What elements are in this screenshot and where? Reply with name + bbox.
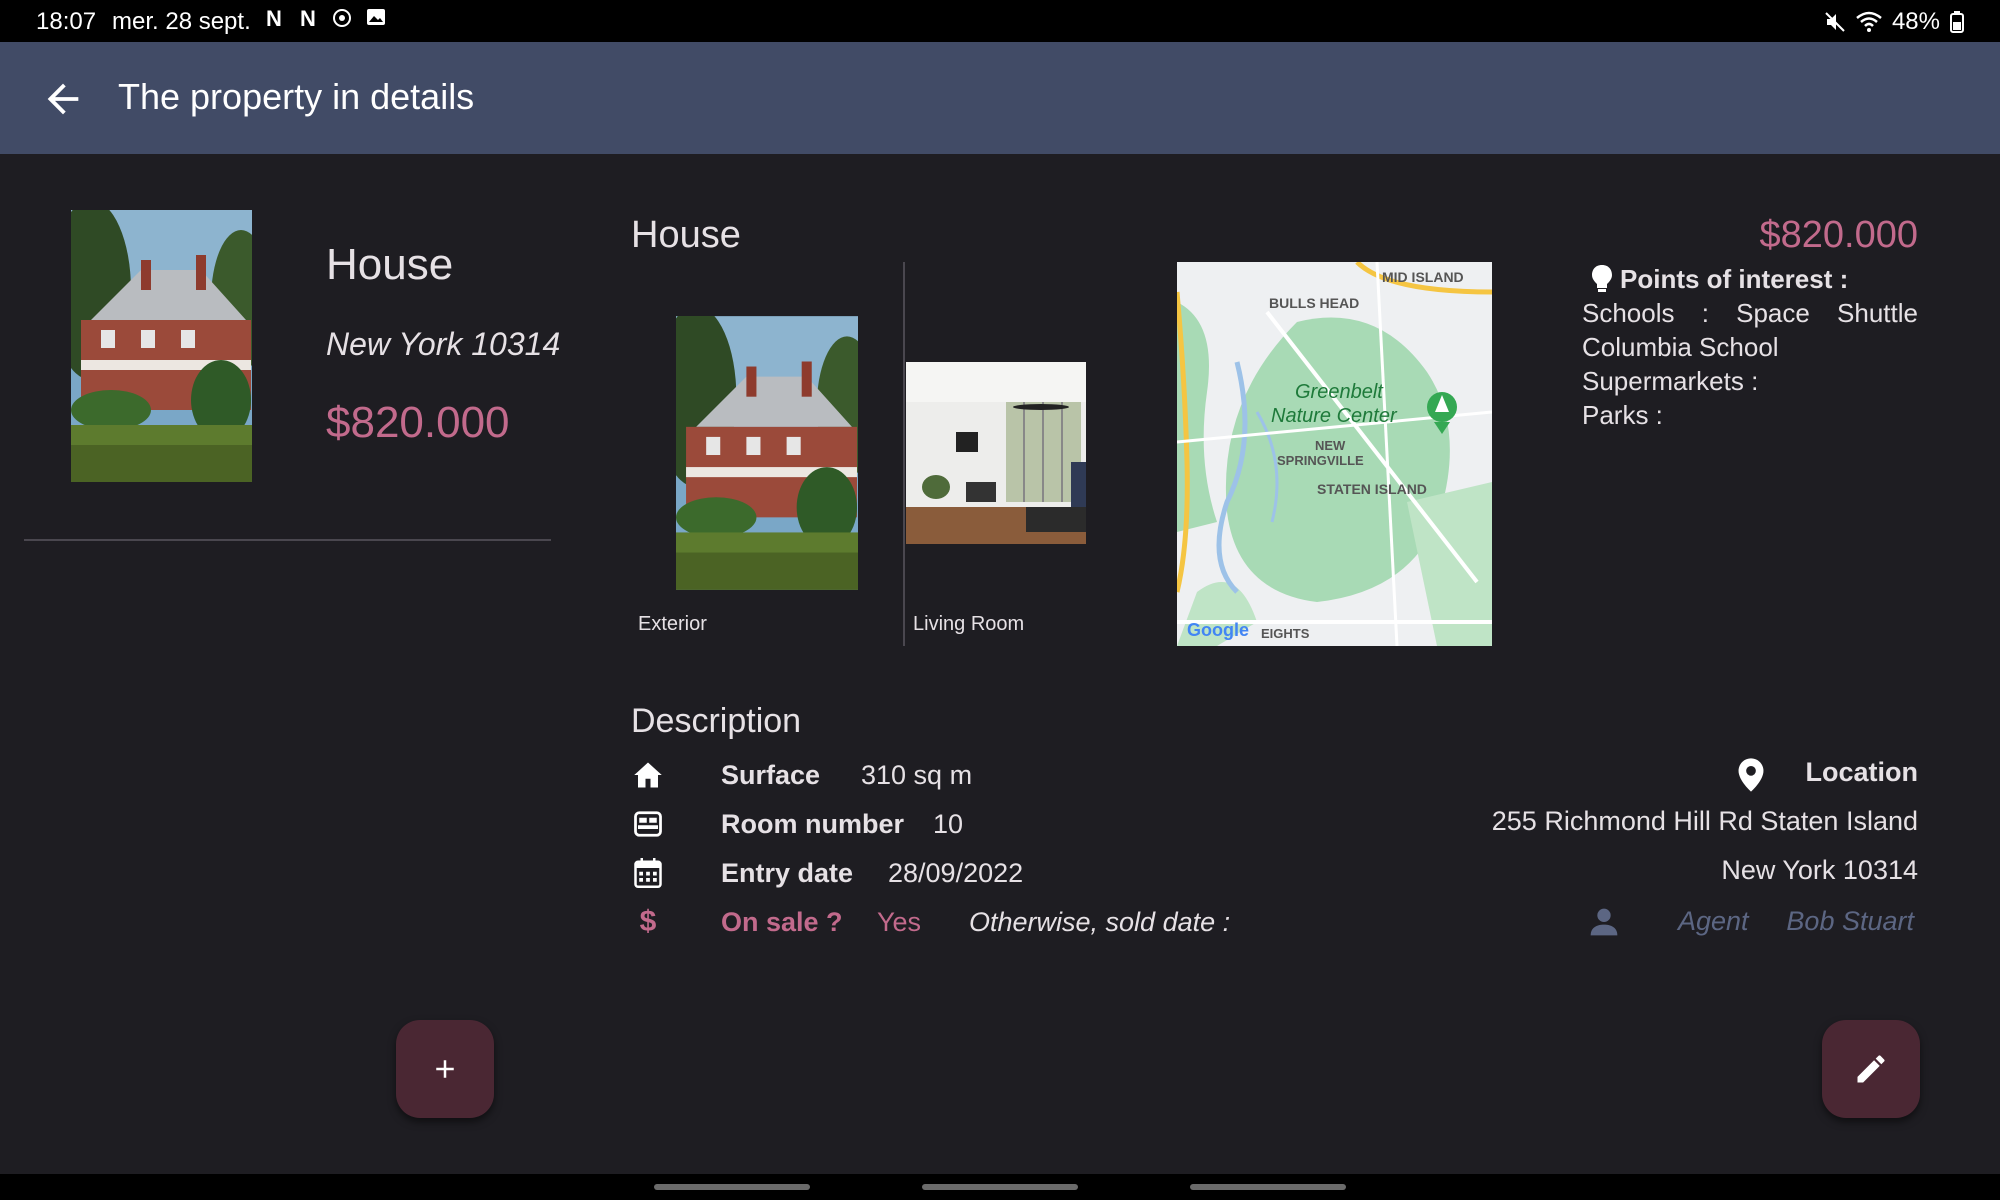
back-arrow-icon[interactable] <box>40 76 86 122</box>
entry-date-value: 28/09/2022 <box>888 857 1024 888</box>
map-label-bulls-head: BULLS HEAD <box>1269 295 1359 311</box>
lightbulb-icon <box>1592 265 1612 292</box>
agent-label: Agent <box>1678 906 1749 936</box>
person-icon <box>1590 908 1618 936</box>
nav-handle-right[interactable] <box>1190 1184 1346 1190</box>
poi-schools-label: Schools <box>1582 298 1675 328</box>
entry-date-label: Entry date <box>721 857 854 888</box>
netflix-icon: N <box>300 6 316 31</box>
status-right: 48% <box>1824 8 1964 36</box>
battery-percent: 48% <box>1891 8 1940 35</box>
app-bar: The property in details <box>0 42 2000 154</box>
map-label-staten-island: STATEN ISLAND <box>1317 481 1427 497</box>
pencil-icon <box>1857 1055 1885 1083</box>
map-label-greenbelt: Greenbelt <box>1295 381 1384 403</box>
rooms-value: 10 <box>933 808 964 839</box>
address-line-2: New York 10314 <box>1721 855 1918 885</box>
poi-title: Points of interest : <box>1620 264 1849 294</box>
battery-icon <box>1950 11 1964 33</box>
nav-handle-center[interactable] <box>922 1184 1078 1190</box>
edit-property-button[interactable] <box>1822 1020 1920 1118</box>
summary-city: New York 10314 <box>326 326 561 362</box>
wifi-icon <box>1856 11 1882 32</box>
description-title: Description <box>631 702 802 740</box>
property-thumbnail[interactable] <box>71 210 252 482</box>
nav-handle-left[interactable] <box>654 1184 810 1190</box>
location-map[interactable]: MID ISLAND BULLS HEAD Greenbelt Nature C… <box>1177 262 1492 646</box>
status-date: mer. 28 sept. <box>112 8 251 35</box>
summary-type: House <box>326 240 454 289</box>
rooms-row: Room number 10 <box>631 804 963 844</box>
mute-icon <box>1825 12 1845 32</box>
bed-icon <box>631 807 665 841</box>
rooms-label: Room number <box>721 808 905 839</box>
location-pin-icon <box>1738 758 1764 792</box>
sold-date-label: Otherwise, sold date : <box>969 906 1231 937</box>
poi-schools-sep: : <box>1701 298 1709 328</box>
location-label: Location <box>1805 757 1919 787</box>
poi-schools-value-2: Shuttle <box>1837 298 1918 328</box>
summary-price: $820.000 <box>326 398 510 447</box>
dollar-icon: $ <box>639 905 657 938</box>
detail-type: House <box>631 214 741 256</box>
plus-icon <box>436 1060 454 1078</box>
status-time: 18:07 <box>36 8 97 35</box>
poi-schools-value-3: Columbia School <box>1582 332 1779 362</box>
poi-schools-value-1: Space <box>1736 298 1810 328</box>
surface-value: 310 sq m <box>861 759 973 790</box>
on-sale-label: On sale ? <box>721 906 843 937</box>
map-label-springville: SPRINGVILLE <box>1277 453 1364 468</box>
target-icon <box>332 8 352 30</box>
photo-exterior[interactable] <box>676 316 858 590</box>
points-of-interest: Points of interest : Schools : Space Shu… <box>1582 262 1918 432</box>
sale-row: $ On sale ? Yes Otherwise, sold date : <box>631 902 1230 942</box>
page-title: The property in details <box>118 76 475 117</box>
google-logo: Google <box>1187 620 1249 640</box>
poi-supermarkets: Supermarkets : <box>1582 366 1759 396</box>
surface-label: Surface <box>721 759 821 790</box>
navigation-bar <box>0 1174 2000 1200</box>
map-label-mid-island: MID ISLAND <box>1382 269 1464 285</box>
photo-divider <box>903 262 905 646</box>
photo-living-room[interactable] <box>906 362 1086 544</box>
photo-living-room-label: Living Room <box>913 613 1025 635</box>
entry-date-row: Entry date 28/09/2022 <box>631 853 1023 893</box>
map-label-new: NEW <box>1315 438 1346 453</box>
surface-row: Surface 310 sq m <box>631 755 972 795</box>
add-property-button[interactable] <box>396 1020 494 1118</box>
list-divider <box>24 539 551 541</box>
image-icon <box>366 8 386 30</box>
poi-parks: Parks : <box>1582 400 1663 430</box>
netflix-icon: N <box>266 6 282 31</box>
map-label-nature-center: Nature Center <box>1271 405 1398 427</box>
status-bar: 18:07 mer. 28 sept. N N 48% <box>0 0 2000 42</box>
detail-price: $820.000 <box>1759 214 1919 256</box>
notification-icons: N N <box>264 8 386 30</box>
calendar-icon <box>631 856 665 890</box>
map-label-eights: EIGHTS <box>1261 626 1310 641</box>
on-sale-value: Yes <box>877 906 922 937</box>
address-line-1: 255 Richmond Hill Rd Staten Island <box>1491 806 1918 836</box>
home-icon <box>631 758 665 792</box>
photo-exterior-label: Exterior <box>638 613 707 635</box>
agent-name: Bob Stuart <box>1786 906 1914 936</box>
